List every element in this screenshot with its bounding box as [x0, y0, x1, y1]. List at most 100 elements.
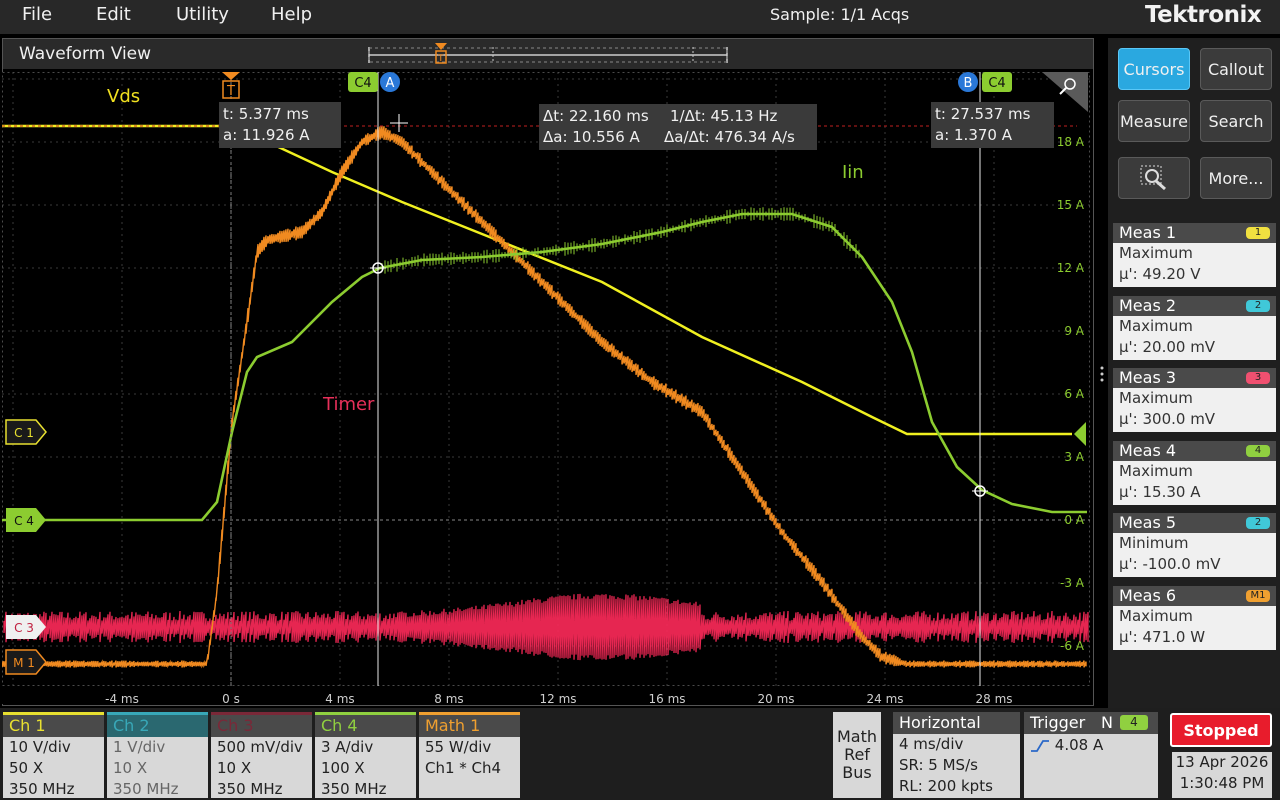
y-tick-label: 3 A	[1064, 450, 1084, 464]
channel-probe: 10 X	[217, 759, 252, 777]
meas-source-badge: 2	[1246, 517, 1270, 529]
meas-source-badge: 1	[1246, 227, 1270, 239]
trigger-badge[interactable]: Trigger N 4 4.08 A	[1024, 712, 1158, 798]
rising-edge-icon	[1031, 739, 1049, 752]
meas-title: Meas 3	[1119, 368, 1177, 387]
menu-edit[interactable]: Edit	[96, 4, 131, 25]
meas-title: Meas 2	[1119, 295, 1177, 315]
math-ref-bus-button[interactable]: Math Ref Bus	[833, 712, 881, 798]
search-button[interactable]: Search	[1200, 100, 1272, 142]
measurement-badge-2[interactable]: Meas 2 2 Maximum μ': 20.00 mV	[1113, 295, 1276, 360]
channel-tag-c3: C 3	[14, 621, 34, 635]
cursor-b-tag: B	[964, 76, 973, 91]
channel-title: Ch 4	[315, 712, 416, 737]
menu-help[interactable]: Help	[271, 4, 312, 25]
trigger-level: 4.08 A	[1054, 736, 1104, 754]
y-tick-label: -6 A	[1060, 639, 1085, 653]
cursor-b-time: t: 27.537 ms	[935, 105, 1031, 123]
brand-logo: Tektronix	[1145, 2, 1262, 28]
y-tick-label: -3 A	[1060, 576, 1085, 590]
channel-scale: 10 V/div	[9, 738, 71, 756]
measurement-badge-3[interactable]: Meas 3 3 Maximum μ': 300.0 mV	[1113, 368, 1276, 432]
channel-probe: 10 X	[113, 759, 148, 777]
channel-title: Ch 3	[211, 712, 312, 737]
channel-scale: 55 W/div	[425, 738, 492, 756]
run-stop-button[interactable]: Stopped	[1170, 713, 1272, 747]
meas-source-badge: 2	[1246, 299, 1270, 312]
cursor-a-amplitude: a: 11.926 A	[223, 126, 310, 144]
channel-probe: 50 X	[9, 759, 44, 777]
channel-scale: 500 mV/div	[217, 738, 303, 756]
zoom-button[interactable]	[1118, 157, 1190, 199]
x-tick-label: 0 s	[222, 692, 240, 704]
more-button[interactable]: More...	[1200, 157, 1272, 199]
channel-title: Ch 2	[107, 712, 208, 737]
meas-value: μ': 15.30 A	[1119, 482, 1201, 501]
cursor-a-readout[interactable]: t: 5.377 ms a: 11.926 A	[219, 102, 341, 148]
y-tick-label: 0 A	[1064, 513, 1084, 527]
acquisition-status: Sample: 1/1 Acqs	[770, 5, 910, 24]
channel-bandwidth: 350 MHz	[321, 780, 387, 798]
svg-text:T: T	[437, 54, 444, 64]
channel-tag-m1: M 1	[13, 656, 35, 670]
channel-badge-3[interactable]: Ch 3 500 mV/div 10 X 350 MHz	[211, 712, 312, 798]
cursor-a-source-tag: C4	[354, 76, 371, 91]
cursor-b-readout[interactable]: t: 27.537 ms a: 1.370 A	[931, 102, 1054, 148]
panel-drag-handle-icon[interactable]	[1098, 364, 1106, 384]
measurement-badge-1[interactable]: Meas 1 1 Maximum μ': 49.20 V	[1113, 223, 1276, 287]
callout-button[interactable]: Callout	[1200, 48, 1272, 90]
menu-file[interactable]: File	[22, 4, 52, 25]
meas-value: μ': 20.00 mV	[1119, 337, 1216, 356]
channel-scale: 3 A/div	[321, 738, 374, 756]
label-iin: Iin	[842, 162, 864, 183]
bus-label: Bus	[842, 763, 872, 782]
x-tick-label: -4 ms	[105, 692, 139, 704]
channel-tag-c1: C 1	[14, 426, 34, 440]
horizontal-record-length: RL: 200 kpts	[899, 777, 993, 795]
channel-bandwidth: 350 MHz	[9, 780, 75, 798]
horizontal-sample-rate: SR: 5 MS/s	[899, 756, 978, 774]
zoom-icon	[1140, 165, 1166, 191]
cursor-delta-readout[interactable]: Δt: 22.160 ms 1/Δt: 45.13 Hz Δa: 10.556 A…	[539, 104, 817, 150]
cursor-delta-amplitude: Δa: 10.556 A	[543, 128, 640, 146]
trigger-source-badge: 4	[1120, 715, 1148, 730]
menu-utility[interactable]: Utility	[176, 4, 229, 25]
cursor-b-source-tag: C4	[988, 76, 1005, 91]
x-tick-label: 28 ms	[975, 692, 1012, 704]
meas-source-badge: 3	[1246, 372, 1270, 384]
channel-probe: Ch1 * Ch4	[425, 759, 502, 777]
measurement-badge-5[interactable]: Meas 5 2 Minimum μ': -100.0 mV	[1113, 513, 1276, 577]
x-tick-label: 16 ms	[648, 692, 685, 704]
cursors-button[interactable]: Cursors	[1118, 48, 1190, 90]
channel-badge-1[interactable]: Ch 1 10 V/div 50 X 350 MHz	[3, 712, 104, 798]
waveform-view-titlebar[interactable]: Waveform View T	[3, 39, 1093, 69]
channel-tag-c4: C 4	[14, 514, 34, 528]
meas-source-badge: M1	[1246, 589, 1270, 602]
measurement-badge-6[interactable]: Meas 6 M1 Maximum μ': 471.0 W	[1113, 585, 1276, 650]
cursor-a-time: t: 5.377 ms	[223, 105, 309, 123]
cursor-b-amplitude: a: 1.370 A	[935, 126, 1012, 144]
measurement-badge-4[interactable]: Meas 4 4 Maximum μ': 15.30 A	[1113, 440, 1276, 505]
cursor-a-tag: A	[386, 76, 395, 91]
y-tick-label: 12 A	[1057, 261, 1085, 275]
channel-badge-5[interactable]: Math 1 55 W/div Ch1 * Ch4	[419, 712, 520, 798]
channel-badge-4[interactable]: Ch 43 A/div 100 X 350 MHz	[315, 712, 416, 798]
graticule-plot[interactable]: -4 ms 0 s 4 ms 8 ms 12 ms 16 ms 20 ms 24 ms 28 m…	[2, 72, 1090, 704]
channel-badge-2[interactable]: Ch 21 V/div 10 X 350 MHz	[107, 712, 208, 798]
meas-title: Meas 1	[1119, 223, 1177, 242]
ref-label: Ref	[844, 745, 870, 764]
measure-button[interactable]: Measure	[1118, 100, 1190, 142]
horizontal-title: Horizontal	[893, 712, 1020, 734]
meas-value: μ': 49.20 V	[1119, 265, 1201, 283]
record-overview[interactable]: T	[365, 43, 735, 67]
meas-value: μ': 471.0 W	[1119, 627, 1206, 646]
horizontal-badge[interactable]: Horizontal 4 ms/div SR: 5 MS/s RL: 200 k…	[893, 712, 1020, 798]
meas-source-badge: 4	[1246, 444, 1270, 457]
x-tick-label: 12 ms	[539, 692, 576, 704]
date-text: 13 Apr 2026	[1175, 753, 1269, 771]
menu-bar: File Edit Utility Help Sample: 1/1 Acqs …	[0, 0, 1280, 34]
x-tick-label: 24 ms	[866, 692, 903, 704]
channel-title: Math 1	[419, 712, 520, 737]
date-time-display[interactable]: 13 Apr 2026 1:30:48 PM	[1172, 752, 1272, 798]
trigger-mode: N	[1101, 713, 1113, 732]
